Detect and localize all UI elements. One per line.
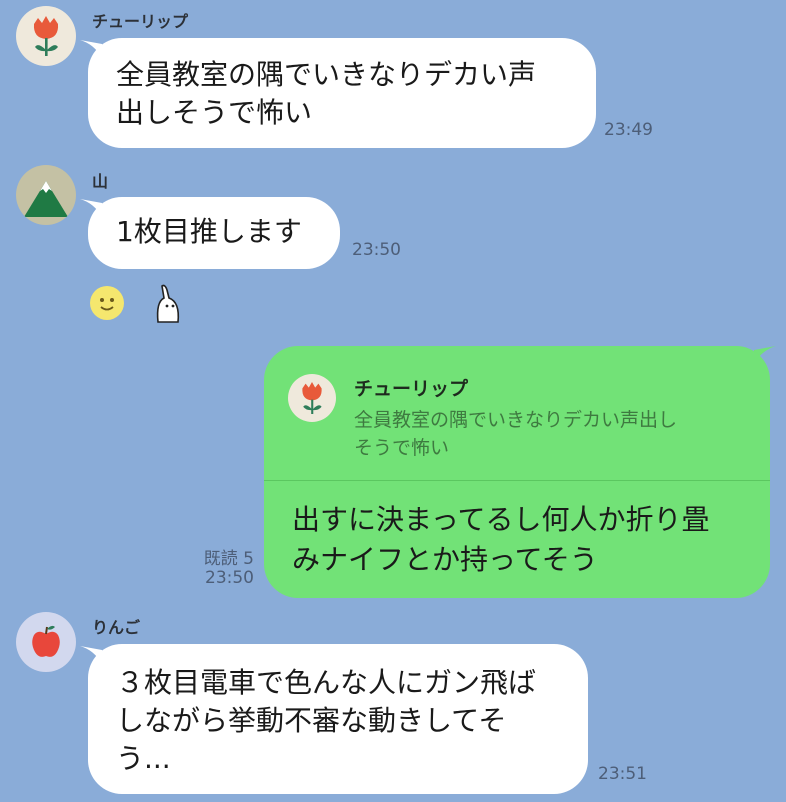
quoted-text: 全員教室の隅でいきなりデカい声出し そうで怖い bbox=[354, 406, 754, 462]
message-bubble[interactable]: 全員教室の隅でいきなりデカい声 出しそうで怖い bbox=[88, 38, 596, 148]
message-bubble[interactable]: 1枚目推します bbox=[88, 197, 340, 269]
message-line: みナイフとか持ってそう bbox=[292, 543, 598, 576]
message-line: 出すに決まってるし何人か折り畳 bbox=[292, 503, 710, 536]
quoted-avatar bbox=[288, 374, 336, 422]
read-receipt: 既読 5 bbox=[203, 549, 254, 569]
message-time: 23:51 bbox=[598, 764, 647, 784]
tulip-icon bbox=[33, 16, 59, 56]
message-line: しながら挙動不審な動きしてそ bbox=[116, 704, 507, 737]
quoted-line: 全員教室の隅でいきなりデカい声出し bbox=[354, 409, 678, 431]
avatar-tulip[interactable] bbox=[16, 6, 76, 66]
smiley-emoji-icon[interactable] bbox=[90, 286, 124, 320]
tulip-icon bbox=[302, 382, 322, 414]
message-line: 1枚目推します bbox=[116, 215, 302, 248]
message-line: ３枚目電車で色んな人にガン飛ば bbox=[116, 666, 537, 699]
sender-name: 山 bbox=[92, 172, 109, 191]
quoted-message[interactable]: チューリップ 全員教室の隅でいきなりデカい声出し そうで怖い bbox=[264, 346, 770, 481]
message-line: 全員教室の隅でいきなりデカい声 bbox=[116, 58, 537, 91]
own-message-bubble[interactable]: チューリップ 全員教室の隅でいきなりデカい声出し そうで怖い 出すに決まってるし… bbox=[264, 346, 770, 598]
sender-name: りんご bbox=[92, 618, 141, 637]
message-line: 出しそうで怖い bbox=[116, 96, 313, 129]
quoted-line: そうで怖い bbox=[354, 437, 450, 459]
waving-character-sticker-icon[interactable] bbox=[150, 282, 186, 324]
quoted-sender: チューリップ bbox=[354, 378, 469, 400]
avatar-apple[interactable] bbox=[16, 612, 76, 672]
mountain-icon bbox=[24, 181, 68, 217]
reply-text: 出すに決まってるし何人か折り畳 みナイフとか持ってそう bbox=[292, 500, 752, 580]
avatar-mountain[interactable] bbox=[16, 165, 76, 225]
sender-name: チューリップ bbox=[92, 12, 189, 31]
message-time: 23:50 bbox=[205, 568, 254, 588]
apple-icon bbox=[32, 625, 60, 657]
message-time: 23:50 bbox=[352, 240, 401, 260]
message-time: 23:49 bbox=[604, 120, 653, 140]
message-line: う... bbox=[116, 742, 171, 775]
message-bubble[interactable]: ３枚目電車で色んな人にガン飛ば しながら挙動不審な動きしてそ う... bbox=[88, 644, 588, 794]
